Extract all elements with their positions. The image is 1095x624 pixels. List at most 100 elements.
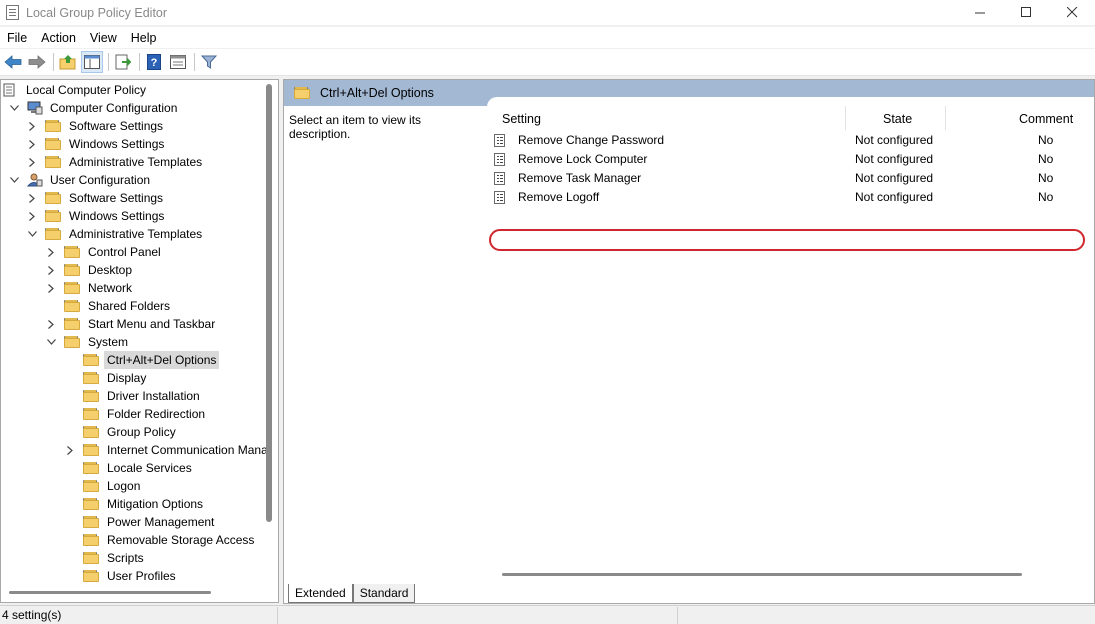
folder-icon xyxy=(64,282,80,294)
tree-item[interactable]: Windows Settings xyxy=(26,207,167,225)
folder-icon xyxy=(83,498,99,510)
export-list-button[interactable] xyxy=(112,51,134,73)
settings-list[interactable]: Setting State Comment Remove Change Pass… xyxy=(487,97,1094,577)
chevron-right-icon[interactable] xyxy=(26,207,38,225)
tree-item-label: System xyxy=(88,335,129,349)
toolbar-separator xyxy=(53,53,54,71)
tree-item-label: Administrative Templates xyxy=(69,155,203,169)
chevron-right-icon[interactable] xyxy=(26,117,38,135)
up-one-level-button[interactable] xyxy=(57,51,79,73)
tree-item[interactable]: Administrative Templates xyxy=(26,225,205,243)
chevron-right-icon[interactable] xyxy=(45,279,57,297)
tree-item[interactable]: Control Panel xyxy=(45,243,164,261)
chevron-right-icon[interactable] xyxy=(45,243,57,261)
tree-item[interactable]: Local Computer Policy xyxy=(3,81,149,99)
tree-item[interactable]: Scripts xyxy=(64,549,147,567)
column-header-setting[interactable]: Setting xyxy=(502,109,541,131)
tree-item[interactable]: Ctrl+Alt+Del Options xyxy=(64,351,220,369)
tree-item[interactable]: User Profiles xyxy=(64,567,179,585)
tree-item[interactable]: Software Settings xyxy=(26,117,166,135)
tree-item[interactable]: Computer Configuration xyxy=(8,99,180,117)
chevron-right-icon[interactable] xyxy=(26,135,38,153)
column-divider[interactable] xyxy=(945,106,946,130)
forward-button[interactable] xyxy=(26,51,48,73)
chevron-down-icon[interactable] xyxy=(8,99,20,117)
tree-item[interactable]: Folder Redirection xyxy=(64,405,208,423)
tree-item[interactable]: Mitigation Options xyxy=(64,495,206,513)
setting-comment: No xyxy=(1038,190,1054,204)
tree-item[interactable]: Administrative Templates xyxy=(26,153,205,171)
list-horizontal-scrollbar[interactable] xyxy=(502,573,1022,576)
chevron-down-icon[interactable] xyxy=(45,333,57,351)
maximize-button[interactable] xyxy=(1003,0,1049,25)
tree-item[interactable]: Windows Settings xyxy=(26,135,167,153)
folder-icon xyxy=(64,246,80,258)
column-header-comment[interactable]: Comment xyxy=(1019,109,1073,131)
tab-extended[interactable]: Extended xyxy=(288,584,353,603)
tree-item[interactable]: Power Management xyxy=(64,513,217,531)
tree-item-label: User Configuration xyxy=(50,173,151,187)
tree-item[interactable]: Start Menu and Taskbar xyxy=(45,315,218,333)
menu-file[interactable]: File xyxy=(0,31,34,45)
folder-icon xyxy=(45,156,61,168)
tree-item[interactable]: Network xyxy=(45,279,135,297)
chevron-right-icon[interactable] xyxy=(45,315,57,333)
folder-icon xyxy=(294,87,310,99)
tree-item[interactable]: Display xyxy=(64,369,149,387)
tree-item[interactable]: Logon xyxy=(64,477,143,495)
tree-item[interactable]: Software Settings xyxy=(26,189,166,207)
setting-row[interactable]: Remove Lock Computer Not configured No xyxy=(487,150,1094,169)
tree-vertical-scrollbar[interactable] xyxy=(266,84,272,522)
policy-setting-icon xyxy=(494,134,505,147)
tree-item-label: Locale Services xyxy=(107,461,192,475)
folder-icon xyxy=(45,228,61,240)
forward-icon xyxy=(28,55,46,69)
setting-row[interactable]: Remove Logoff Not configured No xyxy=(487,188,1094,207)
tree-item[interactable]: Internet Communication Mana xyxy=(64,441,271,459)
tab-standard[interactable]: Standard xyxy=(352,584,416,603)
tree-item-label: Shared Folders xyxy=(88,299,171,313)
menu-action[interactable]: Action xyxy=(34,31,83,45)
setting-row[interactable]: Remove Task Manager Not configured No xyxy=(487,169,1094,188)
tree-item[interactable]: User Configuration xyxy=(8,171,153,189)
tree-item[interactable]: Removable Storage Access xyxy=(64,531,257,549)
tree-horizontal-scrollbar[interactable] xyxy=(9,591,211,594)
tree-item-label: Start Menu and Taskbar xyxy=(88,317,216,331)
tree-item[interactable]: Shared Folders xyxy=(45,297,173,315)
tree-item-label: Windows Settings xyxy=(69,209,165,223)
help-button[interactable]: ? xyxy=(143,51,165,73)
svg-text:?: ? xyxy=(151,57,158,69)
properties-button[interactable] xyxy=(167,51,189,73)
setting-row[interactable]: Remove Change Password Not configured No xyxy=(487,131,1094,150)
chevron-right-icon[interactable] xyxy=(64,441,76,459)
tree-item[interactable]: Group Policy xyxy=(64,423,179,441)
tree-item[interactable]: System xyxy=(45,333,131,351)
tree-item[interactable]: Desktop xyxy=(45,261,135,279)
tree-item[interactable]: Driver Installation xyxy=(64,387,203,405)
menu-help[interactable]: Help xyxy=(124,31,164,45)
column-divider[interactable] xyxy=(845,106,846,130)
setting-name: Remove Task Manager xyxy=(518,171,642,185)
back-button[interactable] xyxy=(2,51,24,73)
tree-item-label: Scripts xyxy=(107,551,144,565)
show-hide-tree-button[interactable] xyxy=(81,51,103,73)
folder-icon xyxy=(83,516,99,528)
chevron-down-icon[interactable] xyxy=(26,225,38,243)
column-header-state[interactable]: State xyxy=(883,109,912,131)
setting-comment: No xyxy=(1038,152,1054,166)
description-text: Select an item to view its description. xyxy=(289,113,422,141)
menu-view[interactable]: View xyxy=(83,31,124,45)
chevron-right-icon[interactable] xyxy=(26,189,38,207)
policy-icon xyxy=(3,83,19,97)
policy-tree[interactable]: Local Computer Policy Computer Configurat… xyxy=(0,79,279,603)
chevron-right-icon[interactable] xyxy=(45,261,57,279)
tree-item-label: Folder Redirection xyxy=(107,407,206,421)
close-button[interactable] xyxy=(1049,0,1095,25)
filter-button[interactable] xyxy=(198,51,220,73)
tree-item[interactable]: Locale Services xyxy=(64,459,195,477)
chevron-down-icon[interactable] xyxy=(8,171,20,189)
minimize-button[interactable] xyxy=(957,0,1003,25)
chevron-right-icon[interactable] xyxy=(26,153,38,171)
